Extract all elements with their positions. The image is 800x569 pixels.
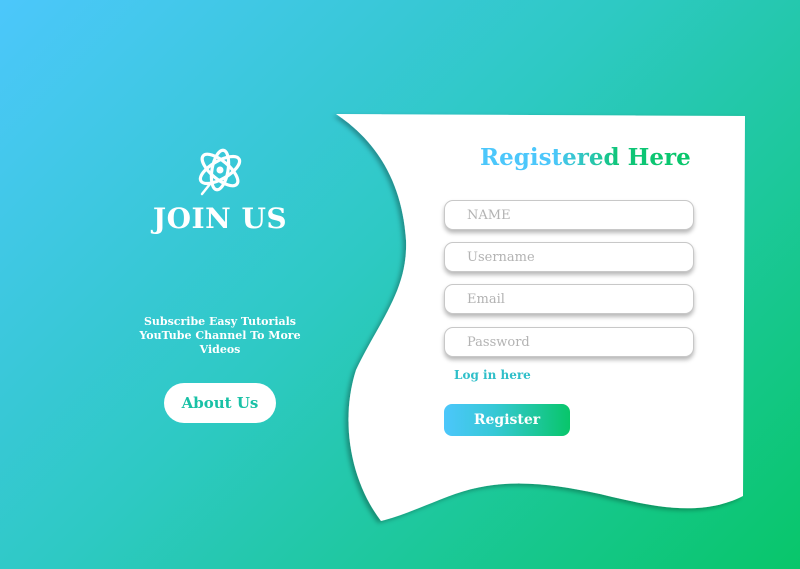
email-field[interactable] bbox=[444, 284, 694, 314]
register-button[interactable]: Register bbox=[444, 404, 570, 436]
password-field[interactable] bbox=[444, 327, 694, 357]
join-title: JOIN US bbox=[152, 202, 288, 235]
form-title: Registered Here bbox=[480, 144, 691, 171]
login-link[interactable]: Log in here bbox=[454, 368, 531, 382]
about-us-button[interactable]: About Us bbox=[164, 383, 276, 423]
join-panel: JOIN US Subscribe Easy Tutorials YouTube… bbox=[110, 140, 330, 423]
subscribe-text: Subscribe Easy Tutorials YouTube Channel… bbox=[139, 315, 301, 356]
swirl-logo-icon bbox=[198, 148, 242, 196]
username-field[interactable] bbox=[444, 242, 694, 272]
name-field[interactable] bbox=[444, 200, 694, 230]
